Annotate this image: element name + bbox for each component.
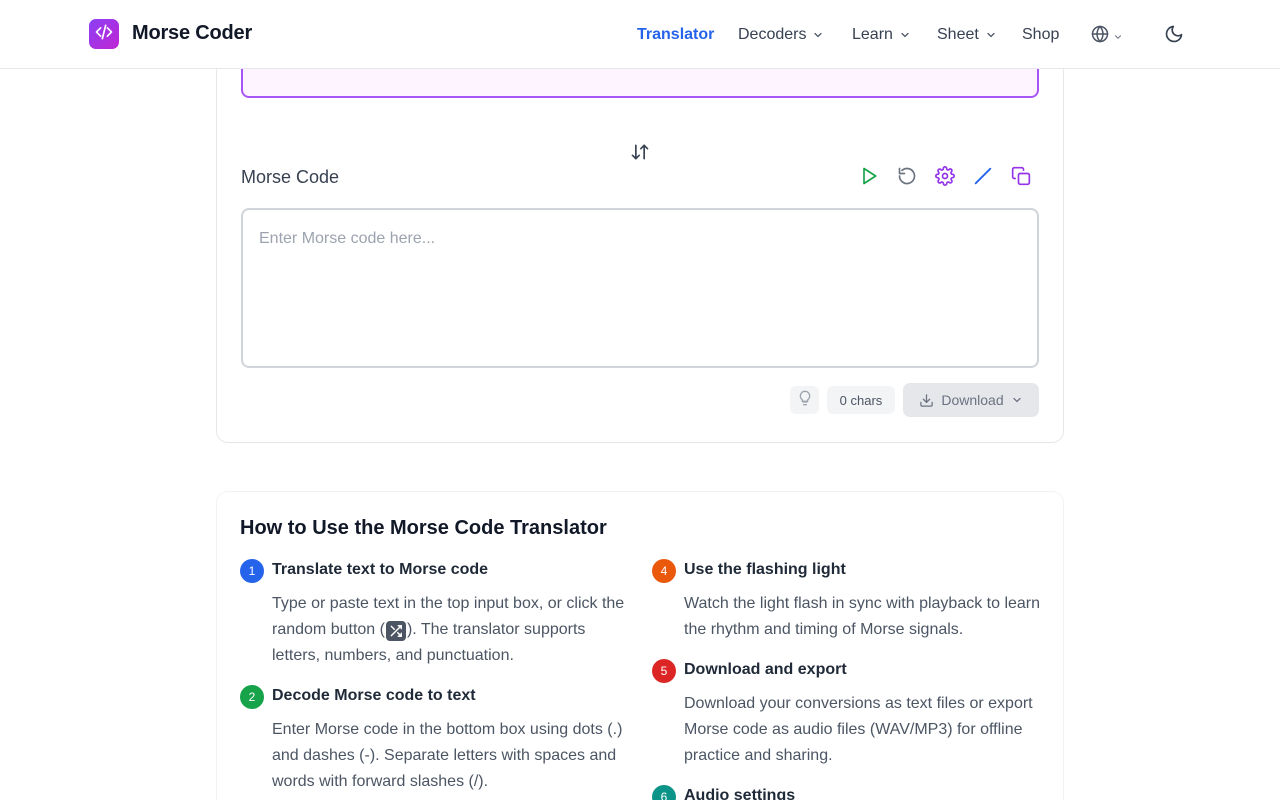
howto-title: How to Use the Morse Code Translator bbox=[240, 517, 607, 539]
nav-translator-label: Translator bbox=[637, 26, 715, 43]
step-title: Use the flashing light bbox=[684, 561, 846, 578]
nav-sheet[interactable]: Sheet bbox=[937, 24, 997, 46]
download-label: Download bbox=[941, 392, 1004, 408]
char-count-badge: 0 chars bbox=[827, 386, 895, 414]
chevron-down-icon bbox=[1113, 32, 1123, 42]
step-number: 2 bbox=[240, 685, 264, 709]
chevron-down-icon bbox=[899, 29, 911, 41]
morse-section-label: Morse Code bbox=[241, 167, 340, 187]
step-description: Watch the light flash in sync with playb… bbox=[684, 595, 1041, 638]
language-selector[interactable] bbox=[1091, 25, 1123, 48]
download-icon bbox=[919, 393, 934, 408]
copy-button[interactable] bbox=[1009, 166, 1033, 190]
brand-name[interactable]: Morse Coder bbox=[132, 22, 252, 45]
nav-shop[interactable]: Shop bbox=[1022, 24, 1059, 46]
nav-shop-label: Shop bbox=[1022, 26, 1060, 43]
chevron-down-icon bbox=[812, 29, 824, 41]
step-title: Translate text to Morse code bbox=[272, 561, 489, 578]
text-input-box[interactable] bbox=[241, 69, 1039, 98]
step-description: Download your conversions as text files … bbox=[684, 695, 1033, 764]
step-description: Type or paste text in the top input box,… bbox=[272, 591, 628, 669]
swap-button[interactable] bbox=[629, 143, 651, 165]
globe-icon bbox=[1091, 25, 1109, 48]
slash-button[interactable] bbox=[971, 166, 995, 190]
nav-learn[interactable]: Learn bbox=[852, 24, 911, 46]
nav-sheet-label: Sheet bbox=[937, 26, 979, 43]
shuffle-icon bbox=[385, 621, 406, 641]
step-title: Decode Morse code to text bbox=[272, 687, 476, 704]
step-number: 1 bbox=[240, 559, 264, 583]
play-icon bbox=[859, 166, 879, 191]
chevron-down-icon bbox=[985, 29, 997, 41]
step-title: Download and export bbox=[684, 661, 847, 678]
reset-button[interactable] bbox=[895, 166, 919, 190]
slash-icon bbox=[972, 165, 994, 192]
top-header: Morse Coder Translator Decoders Learn Sh… bbox=[0, 0, 1280, 69]
swap-icon bbox=[630, 142, 650, 167]
play-button[interactable] bbox=[857, 166, 881, 190]
lightbulb-icon bbox=[797, 390, 813, 411]
step-number: 4 bbox=[652, 559, 676, 583]
settings-icon bbox=[935, 165, 955, 191]
chevron-down-icon bbox=[1011, 394, 1023, 406]
nav-decoders[interactable]: Decoders bbox=[738, 24, 824, 46]
step-number: 5 bbox=[652, 659, 676, 683]
hint-button[interactable] bbox=[790, 386, 819, 414]
morse-input[interactable] bbox=[241, 208, 1039, 368]
code-icon bbox=[94, 22, 114, 47]
settings-button[interactable] bbox=[933, 165, 957, 191]
step-description: Enter Morse code in the bottom box using… bbox=[272, 721, 623, 790]
copy-icon bbox=[1011, 166, 1031, 191]
nav-decoders-label: Decoders bbox=[738, 26, 807, 43]
theme-toggle[interactable] bbox=[1164, 24, 1184, 49]
moon-icon bbox=[1164, 24, 1184, 49]
nav-translator[interactable]: Translator bbox=[637, 24, 714, 46]
step-title: Audio settings bbox=[684, 787, 796, 800]
reset-icon bbox=[897, 166, 917, 191]
logo[interactable] bbox=[89, 19, 119, 49]
download-button[interactable]: Download bbox=[903, 383, 1039, 417]
nav-learn-label: Learn bbox=[852, 26, 893, 43]
